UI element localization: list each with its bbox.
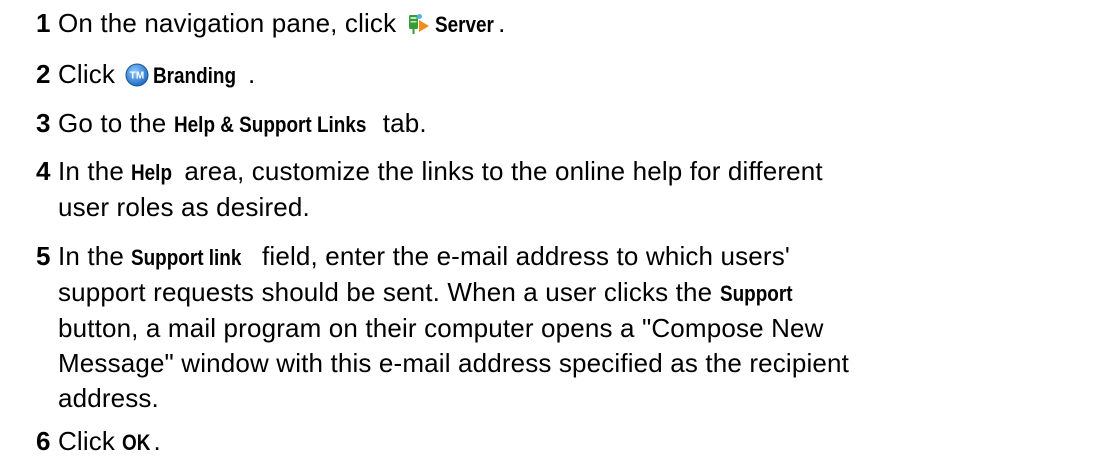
step-text: On the navigation pane, click Server.: [58, 6, 1098, 42]
step-number: 1: [36, 8, 51, 38]
step-number: 6: [36, 426, 51, 456]
step-text-part: field, enter the e-mail address to which…: [254, 241, 790, 271]
step-text-part: .: [248, 59, 256, 89]
step-text-part: support requests should be sent. When a …: [58, 277, 720, 307]
step-number: 4: [36, 156, 51, 186]
step-text-part: user roles as desired.: [58, 192, 310, 222]
step-text-part: button, a mail program on their computer…: [58, 313, 824, 343]
branding-label: Branding: [153, 63, 237, 88]
server-label: Server: [434, 12, 494, 37]
step-number: 3: [36, 108, 51, 138]
help-area-label: Help: [131, 160, 173, 185]
step-text-part: Click: [58, 426, 123, 456]
support-link-field-label: Support link: [131, 245, 242, 270]
step-text-part: In the: [58, 156, 132, 186]
step-text-part: area, customize the links to the online …: [177, 156, 823, 186]
step-number: 5: [36, 241, 51, 271]
step-text: In the Support link field, enter the e-m…: [58, 239, 1098, 416]
step-text-part: Click: [58, 59, 123, 89]
step-text-part: Go to the: [58, 108, 174, 138]
step-number: 2: [36, 59, 51, 89]
ok-button-label: OK: [122, 430, 151, 455]
step-text: Click OK.: [58, 424, 1098, 460]
svg-text:TM: TM: [130, 71, 145, 82]
server-icon: [407, 12, 431, 36]
step-text-part: On the navigation pane, click: [58, 8, 404, 38]
step-text: In the Help area, customize the links to…: [58, 154, 1098, 225]
step-text-part: .: [153, 426, 161, 456]
support-button-label: Support: [719, 281, 793, 306]
step-text-part: .: [498, 8, 506, 38]
step-text-part: In the: [58, 241, 132, 271]
branding-tm-icon: TM: [125, 63, 149, 87]
help-support-links-tab-label: Help & Support Links: [173, 112, 367, 137]
step-text: Click TM Branding.: [58, 57, 1098, 93]
step-text-part: tab.: [375, 108, 427, 138]
step-text: Go to the Help & Support Links tab.: [58, 106, 1098, 142]
step-text-part: Message" window with this e-mail address…: [58, 348, 849, 378]
step-text-part: address.: [58, 383, 159, 413]
